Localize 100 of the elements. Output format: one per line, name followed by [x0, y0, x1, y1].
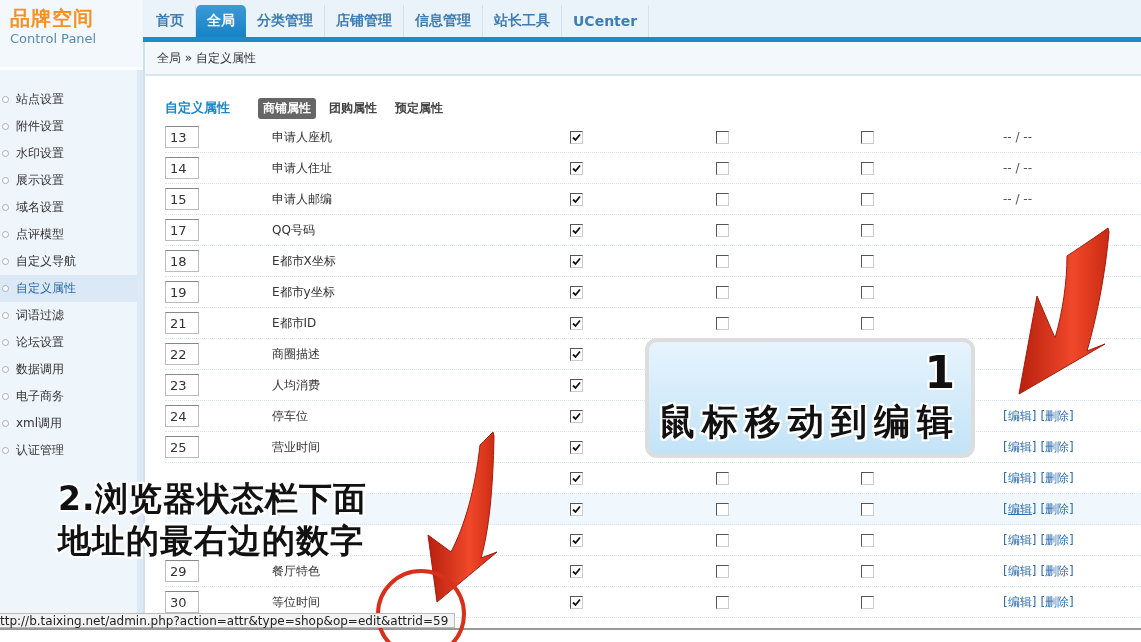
checkbox[interactable]	[861, 502, 874, 516]
checkbox[interactable]	[570, 285, 583, 299]
sidebar-item[interactable]: 认证管理	[0, 437, 137, 464]
sidebar-item[interactable]: 数据调用	[0, 356, 137, 383]
checkbox[interactable]	[716, 161, 729, 175]
sidebar-item[interactable]: 域名设置	[0, 194, 137, 221]
checkbox[interactable]	[570, 564, 583, 578]
order-field[interactable]: 14	[165, 157, 199, 179]
sidebar-item[interactable]: 水印设置	[0, 140, 137, 167]
checkbox[interactable]	[861, 285, 874, 299]
checkbox[interactable]	[570, 502, 583, 516]
sidebar-item[interactable]: 自定义属性	[0, 275, 137, 302]
checkbox[interactable]	[861, 533, 874, 547]
nav-tab[interactable]: 站长工具	[483, 5, 562, 37]
nav-tab[interactable]: 店铺管理	[325, 5, 404, 37]
section-title: 自定义属性	[165, 99, 230, 117]
attribute-name: E都市y坐标	[272, 283, 335, 301]
order-field[interactable]: 29	[165, 560, 199, 582]
order-field[interactable]: 15	[165, 188, 199, 210]
sidebar-item[interactable]: 点评模型	[0, 221, 137, 248]
checkbox[interactable]	[716, 595, 729, 609]
checkbox[interactable]	[716, 471, 729, 485]
order-field[interactable]: 17	[165, 219, 199, 241]
checkbox[interactable]	[570, 471, 583, 485]
checkbox[interactable]	[716, 533, 729, 547]
nav-tab[interactable]: 信息管理	[404, 5, 483, 37]
delete-link[interactable]: [删除]	[1040, 407, 1074, 425]
attribute-name: 申请人座机	[272, 128, 332, 146]
order-field[interactable]: 30	[165, 591, 199, 613]
checkbox[interactable]	[716, 285, 729, 299]
checkbox[interactable]	[861, 595, 874, 609]
checkbox[interactable]	[861, 192, 874, 206]
attribute-tab[interactable]: 预定属性	[390, 97, 448, 119]
attribute-tab[interactable]: 团购属性	[324, 97, 382, 119]
checkbox[interactable]	[716, 192, 729, 206]
checkbox[interactable]	[716, 316, 729, 330]
checkbox[interactable]	[570, 316, 583, 330]
attribute-tab[interactable]: 商铺属性	[258, 97, 316, 119]
empty-actions-text: -- / --	[1003, 161, 1032, 175]
checkbox[interactable]	[570, 130, 583, 144]
bullet-icon	[2, 96, 9, 103]
checkbox[interactable]	[570, 254, 583, 268]
checkbox[interactable]	[861, 161, 874, 175]
order-field[interactable]: 13	[165, 126, 199, 148]
sidebar-item[interactable]: 电子商务	[0, 383, 137, 410]
order-field[interactable]: 18	[165, 250, 199, 272]
checkbox[interactable]	[861, 564, 874, 578]
checkbox[interactable]	[716, 502, 729, 516]
checkbox[interactable]	[570, 223, 583, 237]
delete-link[interactable]: [删除]	[1040, 500, 1074, 518]
checkbox[interactable]	[716, 564, 729, 578]
attribute-name: 人均消费	[272, 376, 320, 394]
edit-link[interactable]: [编辑]	[1003, 500, 1037, 518]
checkbox[interactable]	[570, 161, 583, 175]
delete-link[interactable]: [删除]	[1040, 438, 1074, 456]
nav-tab[interactable]: 全局	[196, 5, 246, 37]
edit-link[interactable]: [编辑]	[1003, 407, 1037, 425]
checkbox[interactable]	[570, 595, 583, 609]
edit-link[interactable]: [编辑]	[1003, 593, 1037, 611]
order-field[interactable]: 24	[165, 405, 199, 427]
edit-link[interactable]: [编辑]	[1003, 438, 1037, 456]
edit-link[interactable]: [编辑]	[1003, 531, 1037, 549]
checkbox[interactable]	[570, 409, 583, 423]
checkbox[interactable]	[716, 254, 729, 268]
checkbox[interactable]	[570, 378, 583, 392]
delete-link[interactable]: [删除]	[1040, 593, 1074, 611]
checkbox[interactable]	[861, 316, 874, 330]
sidebar-item[interactable]: 词语过滤	[0, 302, 137, 329]
order-field[interactable]: 25	[165, 436, 199, 458]
sidebar-item[interactable]: 站点设置	[0, 86, 137, 113]
checkbox[interactable]	[716, 130, 729, 144]
checkbox[interactable]	[716, 223, 729, 237]
callout-text: 鼠标移动到编辑	[658, 400, 960, 444]
checkbox[interactable]	[570, 533, 583, 547]
order-field[interactable]: 19	[165, 281, 199, 303]
delete-link[interactable]: [删除]	[1040, 469, 1074, 487]
checkbox[interactable]	[570, 192, 583, 206]
order-field[interactable]: 23	[165, 374, 199, 396]
checkbox[interactable]	[861, 254, 874, 268]
edit-link[interactable]: [编辑]	[1003, 469, 1037, 487]
sidebar-item[interactable]: 展示设置	[0, 167, 137, 194]
checkbox[interactable]	[861, 471, 874, 485]
sidebar-item[interactable]: 自定义导航	[0, 248, 137, 275]
nav-tab[interactable]: 分类管理	[246, 5, 325, 37]
checkbox[interactable]	[570, 440, 583, 454]
checkbox[interactable]	[861, 223, 874, 237]
nav-tab[interactable]: UCenter	[562, 5, 650, 37]
edit-link[interactable]: [编辑]	[1003, 562, 1037, 580]
order-field[interactable]: 21	[165, 312, 199, 334]
sidebar-item[interactable]: 附件设置	[0, 113, 137, 140]
checkbox[interactable]	[861, 130, 874, 144]
checkbox[interactable]	[570, 347, 583, 361]
order-field[interactable]: 22	[165, 343, 199, 365]
caption-text: 地址的最右边的数字	[58, 523, 365, 559]
sidebar-item[interactable]: 论坛设置	[0, 329, 137, 356]
delete-link[interactable]: [删除]	[1040, 562, 1074, 580]
breadcrumb: 全局 » 自定义属性	[157, 49, 256, 67]
delete-link[interactable]: [删除]	[1040, 531, 1074, 549]
sidebar-item[interactable]: xml调用	[0, 410, 137, 437]
attribute-name: 营业时间	[272, 438, 320, 456]
